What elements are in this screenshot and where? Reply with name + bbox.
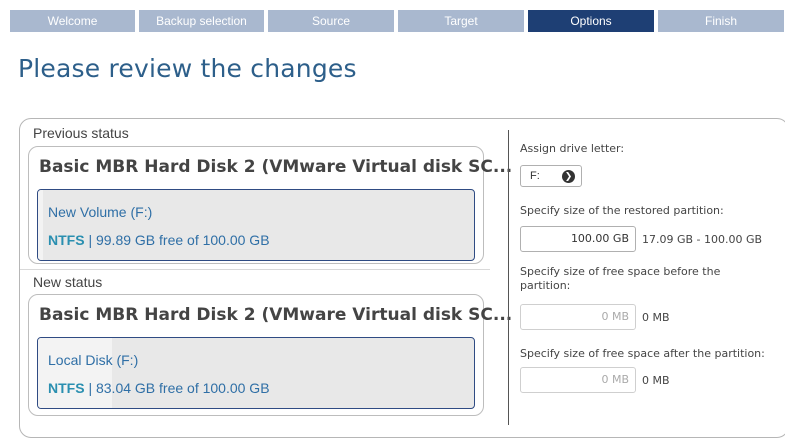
previous-partition-used-fill — [38, 190, 44, 260]
new-partition-used-fill — [38, 338, 113, 408]
new-free-space: | 83.04 GB free of 100.00 GB — [84, 380, 270, 396]
free-before-input[interactable]: 0 MB — [520, 304, 636, 330]
step-welcome[interactable]: Welcome — [10, 10, 135, 32]
step-finish[interactable]: Finish — [658, 10, 784, 32]
partition-size-label: Specify size of the restored partition: — [520, 204, 724, 217]
column-divider — [508, 130, 509, 425]
previous-partition-info: NTFS | 99.89 GB free of 100.00 GB — [48, 232, 270, 248]
step-target[interactable]: Target — [398, 10, 524, 32]
free-after-label: Specify size of free space after the par… — [520, 347, 765, 360]
new-partition-name: Local Disk (F:) — [48, 352, 139, 368]
step-source[interactable]: Source — [268, 10, 394, 32]
free-before-label-line2: partition: — [520, 279, 571, 292]
previous-free-space: | 99.89 GB free of 100.00 GB — [84, 232, 270, 248]
wizard-steps: Welcome Backup selection Source Target O… — [10, 10, 785, 32]
new-partition[interactable]: Local Disk (F:) NTFS | 83.04 GB free of … — [37, 337, 475, 409]
previous-partition-name: New Volume (F:) — [48, 204, 153, 220]
previous-disk-title: Basic MBR Hard Disk 2 (VMware Virtual di… — [39, 157, 513, 177]
page-title: Please review the changes — [18, 54, 357, 83]
previous-fs: NTFS — [48, 232, 85, 248]
step-options[interactable]: Options — [528, 10, 654, 32]
free-after-range: 0 MB — [642, 374, 670, 387]
previous-disk-card: Basic MBR Hard Disk 2 (VMware Virtual di… — [28, 146, 512, 264]
drive-letter-select[interactable]: F: ❯ — [520, 165, 582, 187]
status-separator — [20, 269, 490, 270]
free-before-label-line1: Specify size of free space before the — [520, 265, 721, 278]
chevron-right-icon[interactable]: ❯ — [562, 170, 575, 183]
previous-partition[interactable]: New Volume (F:) NTFS | 99.89 GB free of … — [37, 189, 475, 261]
new-disk-title: Basic MBR Hard Disk 2 (VMware Virtual di… — [39, 305, 513, 325]
partition-size-range: 17.09 GB - 100.00 GB — [642, 233, 763, 246]
drive-letter-label: Assign drive letter: — [520, 142, 625, 155]
drive-letter-value: F: — [530, 170, 540, 182]
new-disk-card: Basic MBR Hard Disk 2 (VMware Virtual di… — [28, 294, 512, 416]
new-partition-info: NTFS | 83.04 GB free of 100.00 GB — [48, 380, 270, 396]
previous-status-label: Previous status — [33, 125, 129, 141]
new-fs: NTFS — [48, 380, 85, 396]
step-backup-selection[interactable]: Backup selection — [139, 10, 264, 32]
free-before-range: 0 MB — [642, 311, 670, 324]
free-after-input[interactable]: 0 MB — [520, 367, 636, 393]
partition-size-input[interactable]: 100.00 GB — [520, 226, 636, 252]
new-status-label: New status — [33, 274, 103, 290]
